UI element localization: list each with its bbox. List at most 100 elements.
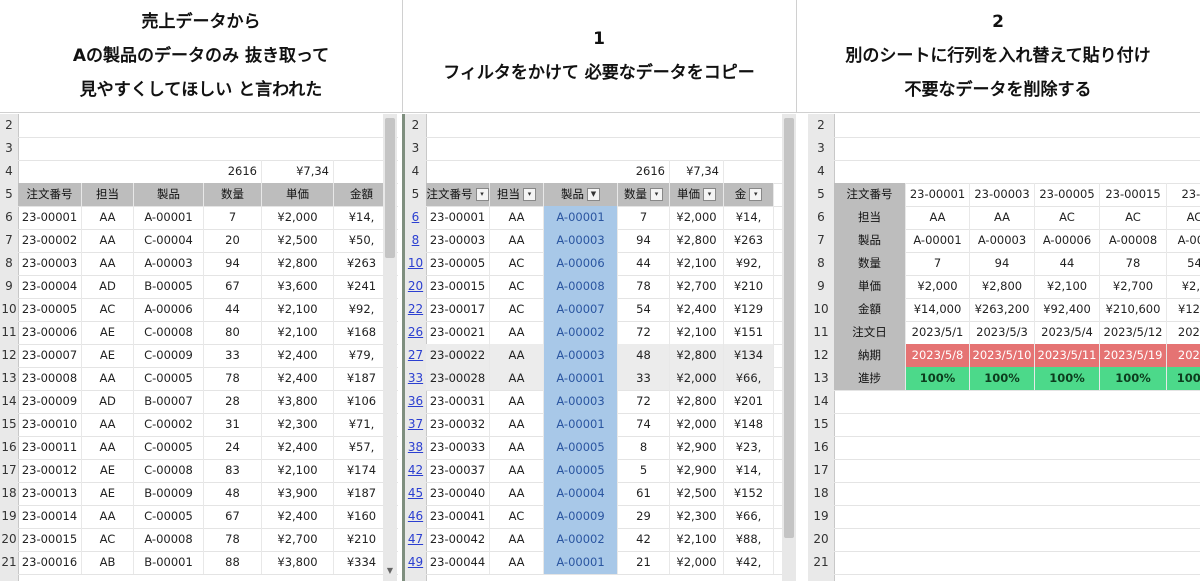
- table-cell[interactable]: 7: [204, 206, 262, 229]
- table-cell[interactable]: 33: [204, 344, 262, 367]
- table-cell[interactable]: A-00002: [544, 528, 618, 551]
- transposed-cell[interactable]: 23-00003: [970, 183, 1035, 206]
- row-number[interactable]: 47: [405, 528, 426, 551]
- table-cell[interactable]: 83: [204, 459, 262, 482]
- table-cell[interactable]: A-00001: [544, 551, 618, 574]
- row-number[interactable]: 16: [0, 436, 18, 459]
- table-cell[interactable]: ¥168: [334, 321, 390, 344]
- transposed-cell[interactable]: 2023/: [1167, 321, 1200, 344]
- table-cell[interactable]: ¥134: [724, 344, 774, 367]
- table-cell[interactable]: AA: [490, 367, 544, 390]
- table-cell[interactable]: A-00008: [544, 275, 618, 298]
- row-number[interactable]: 4: [808, 160, 834, 183]
- transposed-cell[interactable]: 2023/: [1167, 344, 1200, 367]
- transposed-cell[interactable]: 78: [1100, 252, 1167, 275]
- table-cell[interactable]: ¥152: [724, 482, 774, 505]
- row-number[interactable]: 7: [0, 229, 18, 252]
- table-cell[interactable]: C-00004: [134, 229, 204, 252]
- table-cell[interactable]: AC: [490, 298, 544, 321]
- table-cell[interactable]: ¥2,800: [670, 229, 724, 252]
- transposed-cell[interactable]: 100%: [906, 367, 970, 390]
- row-number[interactable]: 46: [405, 505, 426, 528]
- table-cell[interactable]: 61: [618, 482, 670, 505]
- table-cell[interactable]: 23-00015: [426, 275, 490, 298]
- table-cell[interactable]: 23-00003: [18, 252, 82, 275]
- column-header[interactable]: 製品 ▼: [544, 183, 618, 206]
- row-label[interactable]: 担当: [834, 206, 906, 229]
- table-cell[interactable]: 28: [204, 390, 262, 413]
- transposed-cell[interactable]: 23-00005: [1035, 183, 1100, 206]
- table-cell[interactable]: ¥66,: [724, 367, 774, 390]
- table-cell[interactable]: A-00006: [544, 252, 618, 275]
- column-header[interactable]: 担当: [82, 183, 134, 206]
- transposed-cell[interactable]: A-000: [1167, 229, 1200, 252]
- table-cell[interactable]: ¥3,800: [262, 551, 334, 574]
- row-number[interactable]: 14: [808, 390, 834, 413]
- table-cell[interactable]: AA: [82, 505, 134, 528]
- table-cell[interactable]: AA: [490, 321, 544, 344]
- row-number[interactable]: 8: [808, 252, 834, 275]
- table-cell[interactable]: A-00005: [544, 436, 618, 459]
- table-cell[interactable]: C-00005: [134, 367, 204, 390]
- table-cell[interactable]: ¥2,000: [262, 206, 334, 229]
- table-cell[interactable]: ¥71,: [334, 413, 390, 436]
- row-number[interactable]: 18: [808, 482, 834, 505]
- table-cell[interactable]: AC: [490, 505, 544, 528]
- row-number[interactable]: 42: [405, 459, 426, 482]
- table-cell[interactable]: A-00003: [544, 390, 618, 413]
- column-header[interactable]: 単価: [262, 183, 334, 206]
- row-number[interactable]: 17: [0, 459, 18, 482]
- table-cell[interactable]: AA: [490, 229, 544, 252]
- transposed-cell[interactable]: 2023/5/8: [906, 344, 970, 367]
- table-cell[interactable]: 23-00009: [18, 390, 82, 413]
- table-cell[interactable]: 74: [618, 413, 670, 436]
- table-cell[interactable]: ¥2,700: [670, 275, 724, 298]
- table-cell[interactable]: ¥2,000: [670, 551, 724, 574]
- table-cell[interactable]: AA: [82, 229, 134, 252]
- table-cell[interactable]: A-00001: [544, 413, 618, 436]
- table-cell[interactable]: AC: [490, 275, 544, 298]
- table-cell[interactable]: ¥2,000: [670, 367, 724, 390]
- filter-dropdown-icon[interactable]: ▾: [703, 188, 716, 201]
- table-cell[interactable]: A-00006: [134, 298, 204, 321]
- table-cell[interactable]: 72: [618, 321, 670, 344]
- row-number[interactable]: 38: [405, 436, 426, 459]
- column-header[interactable]: 単価 ▾: [670, 183, 724, 206]
- row-number[interactable]: 11: [808, 321, 834, 344]
- table-cell[interactable]: A-00003: [544, 229, 618, 252]
- transposed-cell[interactable]: A-00008: [1100, 229, 1167, 252]
- row-number[interactable]: 49: [405, 551, 426, 574]
- table-cell[interactable]: 48: [204, 482, 262, 505]
- table-cell[interactable]: ¥23,: [724, 436, 774, 459]
- table-cell[interactable]: AA: [490, 436, 544, 459]
- row-number[interactable]: 3: [808, 137, 834, 160]
- transposed-cell[interactable]: AC: [1167, 206, 1200, 229]
- transposed-cell[interactable]: ¥2,800: [970, 275, 1035, 298]
- table-cell[interactable]: 23-00021: [426, 321, 490, 344]
- table-cell[interactable]: AA: [490, 482, 544, 505]
- table-cell[interactable]: ¥66,: [724, 505, 774, 528]
- column-header[interactable]: 数量: [204, 183, 262, 206]
- table-cell[interactable]: 23-00041: [426, 505, 490, 528]
- table-cell[interactable]: ¥42,: [724, 551, 774, 574]
- table-cell[interactable]: ¥2,100: [262, 298, 334, 321]
- table-cell[interactable]: 23-00005: [18, 298, 82, 321]
- table-cell[interactable]: ¥263: [334, 252, 390, 275]
- row-number[interactable]: 9: [808, 275, 834, 298]
- table-cell[interactable]: A-00002: [544, 321, 618, 344]
- row-number[interactable]: 8: [405, 229, 426, 252]
- transposed-cell[interactable]: ¥210,600: [1100, 298, 1167, 321]
- table-cell[interactable]: AE: [82, 459, 134, 482]
- row-number[interactable]: 19: [808, 505, 834, 528]
- table-cell[interactable]: 23-00015: [18, 528, 82, 551]
- row-number[interactable]: 27: [405, 344, 426, 367]
- table-cell[interactable]: ¥2,400: [262, 367, 334, 390]
- row-number[interactable]: 21: [808, 551, 834, 574]
- table-cell[interactable]: 78: [618, 275, 670, 298]
- table-cell[interactable]: ¥263: [724, 229, 774, 252]
- table-cell[interactable]: ¥2,400: [262, 344, 334, 367]
- row-number[interactable]: 20: [808, 528, 834, 551]
- row-number[interactable]: 6: [0, 206, 18, 229]
- table-cell[interactable]: ¥151: [724, 321, 774, 344]
- transposed-cell[interactable]: AA: [906, 206, 970, 229]
